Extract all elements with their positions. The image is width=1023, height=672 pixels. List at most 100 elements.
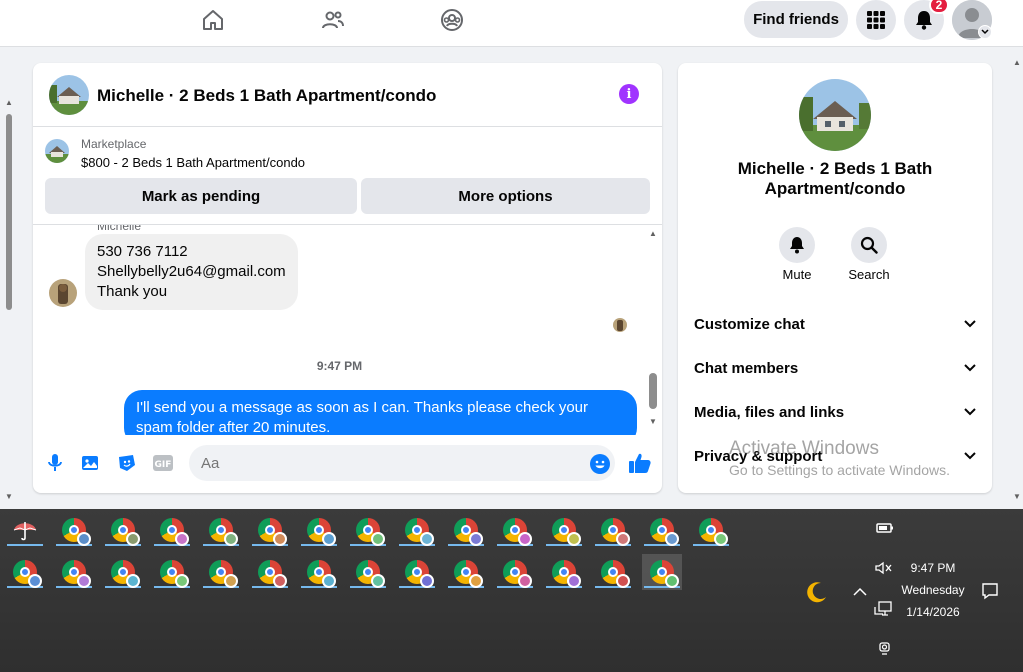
media-files-links-row[interactable]: Media, files and links: [694, 400, 976, 424]
photo-icon[interactable]: [81, 453, 101, 473]
scroll-down-arrow-icon[interactable]: ▼: [1013, 492, 1021, 501]
chevron-down-icon: [964, 408, 976, 416]
speaker-muted-icon[interactable]: [874, 560, 894, 576]
profile-avatar-icon: [371, 532, 385, 546]
scroll-down-arrow-icon[interactable]: ▼: [649, 417, 657, 426]
mark-as-pending-button[interactable]: Mark as pending: [45, 178, 357, 214]
chevron-up-icon[interactable]: [852, 583, 868, 599]
chrome-window-button[interactable]: [201, 512, 241, 548]
chrome-window-button[interactable]: [397, 512, 437, 548]
mute-button[interactable]: Mute: [767, 227, 827, 282]
chrome-window-button[interactable]: [152, 554, 192, 590]
page-scrollbar-right[interactable]: ▲ ▼: [1012, 58, 1022, 506]
row-label: Media, files and links: [694, 403, 845, 421]
notification-center-icon[interactable]: [980, 581, 1000, 601]
chrome-window-button[interactable]: [54, 554, 94, 590]
meet-now-icon[interactable]: [876, 640, 894, 656]
chrome-window-button[interactable]: [446, 512, 486, 548]
message-scrollbar[interactable]: ▲ ▼: [647, 229, 659, 431]
chrome-window-button[interactable]: [5, 554, 45, 590]
chrome-window-button[interactable]: [642, 554, 682, 590]
chrome-window-button[interactable]: [250, 554, 290, 590]
chat-title[interactable]: Michelle · 2 Beds 1 Bath Apartment/condo: [97, 86, 436, 106]
chat-panel: Michelle · 2 Beds 1 Bath Apartment/condo…: [33, 63, 662, 493]
scroll-down-arrow-icon[interactable]: ▼: [5, 492, 13, 501]
row-label: Chat members: [694, 359, 799, 377]
chrome-window-button[interactable]: [299, 554, 339, 590]
chrome-icon: [356, 560, 385, 588]
chrome-window-button[interactable]: [495, 554, 535, 590]
listing-price[interactable]: $800 - 2 Beds 1 Bath Apartment/condo: [81, 155, 305, 170]
chrome-window-button[interactable]: [642, 512, 682, 548]
clock-time[interactable]: 9:47 PM: [900, 561, 966, 575]
page-scrollbar[interactable]: ▲ ▼: [0, 96, 16, 506]
groups-icon[interactable]: [438, 6, 466, 34]
search-button[interactable]: Search: [839, 227, 899, 282]
chrome-window-button[interactable]: [593, 512, 633, 548]
moon-night-light-icon[interactable]: [804, 579, 830, 605]
friends-icon[interactable]: [319, 6, 347, 34]
sticker-icon[interactable]: [117, 453, 137, 473]
profile-avatar-icon: [420, 574, 434, 588]
listing-photo-large[interactable]: [799, 79, 871, 151]
chat-header: Michelle · 2 Beds 1 Bath Apartment/condo…: [33, 63, 662, 127]
chrome-window-button[interactable]: [152, 512, 192, 548]
scrollbar-thumb[interactable]: [6, 114, 12, 310]
chrome-window-button[interactable]: [103, 512, 143, 548]
microphone-icon[interactable]: [45, 453, 65, 473]
gif-icon[interactable]: GIF: [153, 453, 173, 473]
chrome-window-button[interactable]: [446, 554, 486, 590]
chrome-window-button[interactable]: [54, 512, 94, 548]
customize-chat-row[interactable]: Customize chat: [694, 312, 976, 336]
sender-avatar[interactable]: [49, 279, 77, 307]
thumbs-up-icon[interactable]: [628, 451, 652, 475]
chrome-window-button[interactable]: [397, 554, 437, 590]
scroll-up-arrow-icon[interactable]: ▲: [5, 98, 13, 107]
more-options-button[interactable]: More options: [361, 178, 650, 214]
profile-avatar-icon: [273, 532, 287, 546]
scroll-up-arrow-icon[interactable]: ▲: [649, 229, 657, 238]
pinned-app-button[interactable]: [5, 512, 45, 548]
profile-avatar-icon: [126, 532, 140, 546]
find-friends-button[interactable]: Find friends: [744, 1, 848, 38]
chrome-window-button[interactable]: [103, 554, 143, 590]
incoming-message[interactable]: 530 736 7112 Shellybelly2u64@gmail.com T…: [85, 234, 298, 310]
chrome-window-button[interactable]: [201, 554, 241, 590]
chrome-window-button[interactable]: [495, 512, 535, 548]
privacy-support-row[interactable]: Privacy & support: [694, 444, 976, 468]
profile-avatar-icon: [665, 574, 679, 588]
menu-grid-button[interactable]: [856, 0, 896, 40]
chrome-icon: [307, 518, 336, 546]
listing-photo[interactable]: [49, 75, 89, 115]
chevron-down-icon[interactable]: [978, 25, 992, 39]
network-icon[interactable]: [874, 601, 894, 617]
home-icon[interactable]: [199, 6, 227, 34]
chrome-window-button[interactable]: [544, 512, 584, 548]
chrome-window-button[interactable]: [593, 554, 633, 590]
chrome-window-button[interactable]: [348, 512, 388, 548]
chrome-window-button[interactable]: [348, 554, 388, 590]
outgoing-message[interactable]: I'll send you a message as soon as I can…: [124, 390, 637, 435]
scrollbar-thumb[interactable]: [649, 373, 657, 409]
chrome-icon: [650, 560, 679, 588]
chrome-icon: [405, 518, 434, 546]
clock-date[interactable]: 1/14/2026: [900, 605, 966, 619]
profile-avatar-icon: [224, 532, 238, 546]
profile-avatar-icon: [469, 532, 483, 546]
running-indicator: [7, 544, 43, 546]
chrome-window-button[interactable]: [299, 512, 339, 548]
chrome-icon: [552, 518, 581, 546]
chrome-window-button[interactable]: [250, 512, 290, 548]
chrome-window-button[interactable]: [544, 554, 584, 590]
info-icon[interactable]: i: [619, 84, 639, 104]
network-battery-icon[interactable]: [876, 521, 894, 535]
chrome-window-button[interactable]: [691, 512, 731, 548]
profile-avatar-icon: [322, 532, 336, 546]
scroll-up-arrow-icon[interactable]: ▲: [1013, 58, 1021, 67]
emoji-icon[interactable]: [590, 454, 610, 474]
message-input[interactable]: [189, 445, 615, 481]
message-list: Michelle 530 736 7112 Shellybelly2u64@gm…: [33, 225, 662, 435]
clock-day[interactable]: Wednesday: [896, 583, 970, 597]
chat-members-row[interactable]: Chat members: [694, 356, 976, 380]
listing-thumbnail[interactable]: [45, 139, 69, 163]
